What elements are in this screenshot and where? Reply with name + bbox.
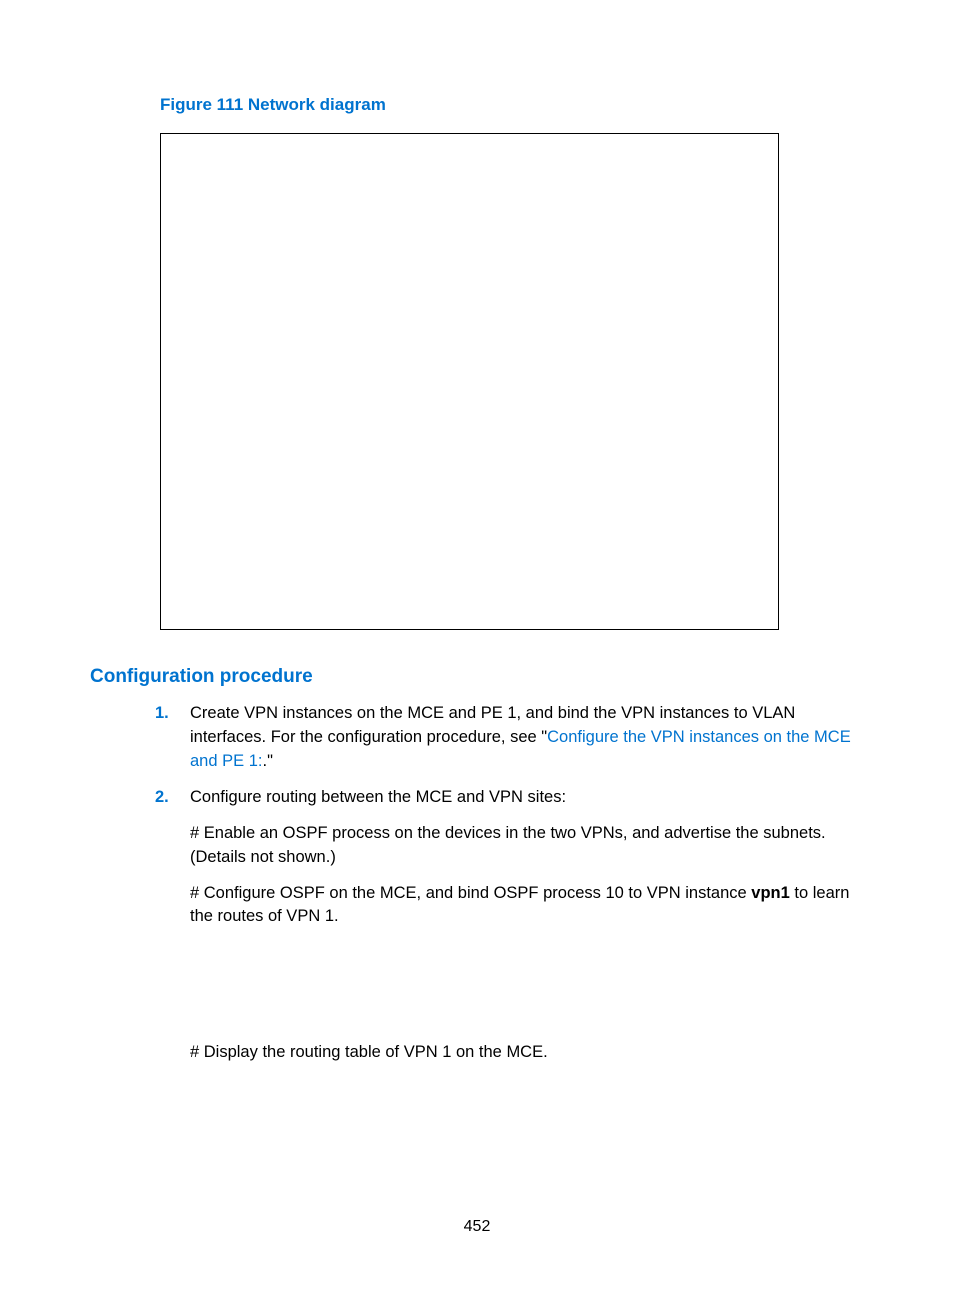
step-1-text: Create VPN instances on the MCE and PE 1… — [190, 702, 864, 774]
procedure-list: 1. Create VPN instances on the MCE and P… — [90, 702, 864, 1065]
step-2-p2-prefix: # Configure OSPF on the MCE, and bind OS… — [190, 884, 751, 902]
step-1: 1. Create VPN instances on the MCE and P… — [155, 702, 864, 774]
step-1-number: 1. — [155, 702, 169, 726]
section-heading: Configuration procedure — [90, 666, 864, 688]
step-2-p1: # Enable an OSPF process on the devices … — [190, 822, 864, 870]
blank-space — [190, 941, 864, 1041]
step-2-intro: Configure routing between the MCE and VP… — [190, 786, 864, 810]
page-number: 452 — [0, 1218, 954, 1236]
step-2-number: 2. — [155, 786, 169, 810]
step-1-suffix: ." — [262, 752, 272, 770]
network-diagram-placeholder — [160, 133, 779, 630]
page: Figure 111 Network diagram Configuration… — [0, 0, 954, 1296]
step-2-p2-bold: vpn1 — [751, 884, 790, 902]
step-2: 2. Configure routing between the MCE and… — [155, 786, 864, 1066]
step-2-p2: # Configure OSPF on the MCE, and bind OS… — [190, 882, 864, 930]
step-2-p3: # Display the routing table of VPN 1 on … — [190, 1041, 864, 1065]
figure-caption: Figure 111 Network diagram — [160, 95, 864, 115]
